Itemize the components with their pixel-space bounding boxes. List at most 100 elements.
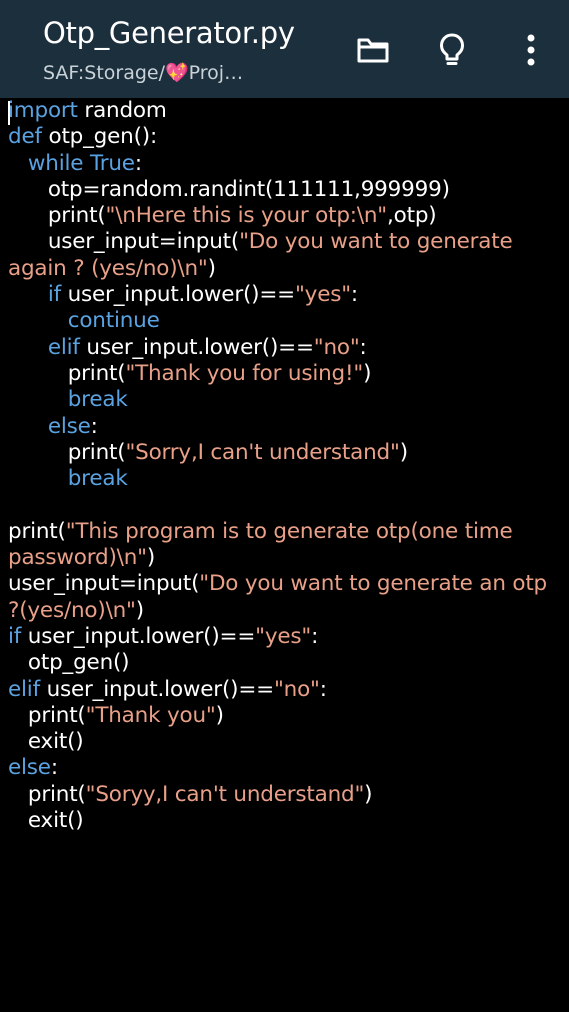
keyword-token: if — [47, 282, 61, 308]
app-bar: Otp_Generator.py SAF:Storage/💖Proj… — [0, 0, 569, 98]
keyword-token: while — [27, 150, 84, 176]
code-token: user_input=input( — [8, 571, 200, 597]
code-token: exit() — [8, 729, 84, 755]
code-token: ) — [363, 360, 372, 386]
keyword-token: continue — [67, 308, 160, 334]
code-line[interactable]: break — [8, 387, 564, 413]
code-token: ) — [207, 255, 216, 281]
keyword-token: elif — [47, 334, 80, 360]
string-token: "yes" — [294, 282, 351, 308]
code-line[interactable]: print("Thank you for using!") — [8, 361, 564, 387]
code-token: print( — [8, 439, 126, 465]
code-line[interactable]: user_input=input("Do you want to generat… — [8, 229, 564, 282]
code-token: otp=random.randint(111111,999999) — [8, 176, 450, 202]
code-line[interactable]: print("Sorry,I can't understand") — [8, 440, 564, 466]
code-line[interactable]: exit() — [8, 729, 564, 755]
code-line[interactable]: if user_input.lower()=="yes": — [8, 624, 564, 650]
code-token: print( — [8, 781, 86, 807]
keyword-token: else — [47, 413, 91, 439]
string-token: "\nHere this is your otp:\n" — [105, 203, 388, 229]
keyword-token: elif — [8, 676, 40, 702]
code-line[interactable]: break — [8, 466, 564, 492]
code-token: : — [311, 623, 319, 649]
code-line[interactable]: import random — [8, 98, 564, 124]
open-folder-button[interactable] — [353, 30, 393, 70]
code-line[interactable]: exit() — [8, 808, 564, 834]
code-line[interactable]: user_input=input("Do you want to generat… — [8, 571, 564, 624]
suggestions-button[interactable] — [432, 30, 472, 70]
code-token: ) — [146, 545, 156, 571]
code-token: print( — [8, 203, 106, 229]
code-token: user_input.lower()== — [39, 676, 275, 702]
code-token: random — [77, 98, 167, 123]
code-line[interactable]: print("This program is to generate otp(o… — [8, 519, 564, 572]
code-line[interactable]: else: — [8, 755, 564, 781]
code-token: : — [350, 282, 358, 308]
code-line[interactable]: while True: — [8, 151, 564, 177]
code-line[interactable]: else: — [8, 414, 564, 440]
code-token: user_input=input( — [8, 229, 240, 255]
code-token: ,otp) — [387, 203, 437, 229]
string-token: "This program is to generate otp(one tim… — [8, 518, 520, 571]
keyword-token: else — [8, 755, 51, 781]
code-token: otp_gen() — [8, 650, 130, 676]
keyword-token: True — [89, 150, 135, 176]
code-line[interactable]: print("Thank you") — [8, 703, 564, 729]
folder-icon — [357, 38, 389, 63]
string-token: "no" — [313, 334, 360, 360]
code-line[interactable]: otp=random.randint(111111,999999) — [8, 177, 564, 203]
string-token: "Thank you for using!" — [125, 360, 364, 386]
code-token: print( — [8, 360, 126, 386]
string-token: "Thank you" — [85, 702, 216, 728]
code-line[interactable]: def otp_gen(): — [8, 124, 564, 150]
keyword-token: break — [67, 466, 128, 492]
code-token: ) — [215, 702, 224, 728]
code-token: exit() — [8, 808, 84, 834]
file-path[interactable]: SAF:Storage/💖Proj… — [43, 61, 323, 84]
string-token: "Soryy,I can't understand" — [85, 781, 365, 807]
code-token: user_input.lower()== — [21, 623, 256, 649]
code-line[interactable]: elif user_input.lower()=="no": — [8, 677, 564, 703]
code-line[interactable]: if user_input.lower()=="yes": — [8, 282, 564, 308]
code-line[interactable]: elif user_input.lower()=="no": — [8, 335, 564, 361]
code-token: user_input.lower()== — [79, 334, 314, 360]
keyword-token: break — [67, 387, 128, 413]
keyword-token: import — [8, 98, 78, 123]
string-token: "Sorry,I can't understand" — [125, 439, 400, 465]
code-text[interactable]: import random def otp_gen(): while True: … — [8, 98, 564, 834]
more-vert-icon — [527, 34, 535, 66]
code-token: otp_gen(): — [41, 124, 157, 150]
string-token: "yes" — [255, 623, 312, 649]
code-token: print( — [8, 518, 66, 544]
file-title[interactable]: Otp_Generator.py — [43, 16, 295, 50]
code-token: : — [50, 755, 58, 781]
code-token: user_input.lower()== — [60, 282, 296, 308]
code-line[interactable]: continue — [8, 308, 564, 334]
code-line[interactable]: print("\nHere this is your otp:\n",otp) — [8, 203, 564, 229]
more-options-button[interactable] — [511, 30, 551, 70]
code-token: print( — [8, 702, 86, 728]
code-line[interactable]: otp_gen() — [8, 650, 564, 676]
keyword-token: def — [8, 124, 42, 150]
code-token: : — [359, 334, 367, 360]
lightbulb-icon — [440, 33, 464, 65]
keyword-token: if — [8, 623, 22, 649]
code-token: ) — [399, 439, 408, 465]
code-token: : — [319, 676, 327, 702]
code-token: : — [90, 413, 98, 439]
code-editor[interactable]: import random def otp_gen(): while True: … — [0, 98, 569, 1012]
code-line[interactable] — [8, 492, 564, 518]
code-token: ) — [364, 781, 373, 807]
code-line[interactable]: print("Soryy,I can't understand") — [8, 782, 564, 808]
code-token: : — [134, 150, 142, 176]
string-token: "no" — [273, 676, 320, 702]
code-token: ) — [135, 597, 144, 623]
